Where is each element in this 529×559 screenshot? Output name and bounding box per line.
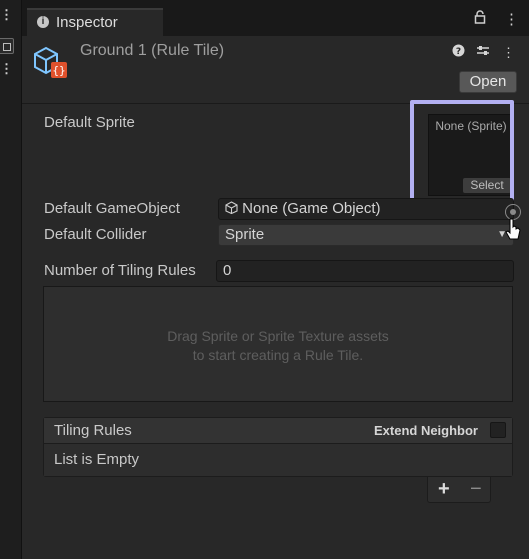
kebab-menu-icon[interactable]: ⋮ <box>504 11 519 28</box>
tab-inspector[interactable]: i Inspector <box>27 8 163 36</box>
default-sprite-label: Default Sprite <box>44 114 135 131</box>
tiling-rules-count-label: Number of Tiling Rules <box>44 262 196 279</box>
highlight-box <box>410 100 514 204</box>
inspector-panel: {} Ground 1 (Rule Tile) ? ⋮ Open Default… <box>22 36 529 559</box>
list-footer-buttons: + − <box>427 477 491 503</box>
window-tab-bar: i Inspector ⋮ <box>22 0 529 36</box>
tiling-rules-title: Tiling Rules <box>54 422 132 439</box>
tab-label: Inspector <box>56 14 118 31</box>
left-dock-strip: ⋮ ⋮ <box>0 0 22 559</box>
asset-header: {} Ground 1 (Rule Tile) ? ⋮ Open <box>22 36 529 104</box>
drop-zone-line-2: to start creating a Rule Tile. <box>192 347 364 363</box>
cube-icon <box>225 200 242 217</box>
default-collider-label: Default Collider <box>44 226 147 243</box>
info-icon: i <box>37 16 49 28</box>
default-gameobject-label: Default GameObject <box>44 200 180 217</box>
header-icons: ? ⋮ <box>444 44 515 61</box>
svg-text:?: ? <box>456 47 461 57</box>
extend-neighbor-checkbox[interactable] <box>490 422 506 438</box>
help-icon[interactable]: ? <box>452 44 469 60</box>
pane-toggle-icon[interactable] <box>0 38 14 54</box>
svg-text:{}: {} <box>52 64 65 77</box>
rule-tile-icon: {} <box>32 44 70 82</box>
kebab-menu-icon[interactable]: ⋮ <box>0 62 13 75</box>
open-button[interactable]: Open <box>459 71 517 93</box>
kebab-menu-icon[interactable]: ⋮ <box>0 8 13 21</box>
drop-zone-line-1: Drag Sprite or Sprite Texture assets <box>167 328 389 344</box>
tiling-rules-list: Tiling Rules Extend Neighbor List is Emp… <box>43 417 513 477</box>
mouse-cursor-icon <box>505 218 523 242</box>
tiling-rules-header: Tiling Rules Extend Neighbor <box>44 418 512 444</box>
add-rule-button[interactable]: + <box>438 478 450 501</box>
default-collider-value: Sprite <box>225 226 265 243</box>
list-empty-text: List is Empty <box>54 451 140 468</box>
sprite-drop-zone[interactable]: Drag Sprite or Sprite Texture assets to … <box>43 286 513 402</box>
kebab-menu-icon[interactable]: ⋮ <box>502 45 515 60</box>
asset-title: Ground 1 (Rule Tile) <box>80 42 225 59</box>
preset-icon[interactable] <box>476 45 494 60</box>
window-controls: ⋮ <box>460 10 519 28</box>
default-gameobject-field[interactable]: None (Game Object) <box>218 198 514 220</box>
drop-zone-message: Drag Sprite or Sprite Texture assets to … <box>44 327 512 365</box>
tiling-rules-count-input[interactable]: 0 <box>216 260 514 282</box>
default-collider-dropdown[interactable]: Sprite ▼ <box>218 224 514 246</box>
lock-icon[interactable] <box>474 10 490 28</box>
remove-rule-button[interactable]: − <box>470 478 482 501</box>
default-gameobject-value: None (Game Object) <box>242 200 381 217</box>
tiling-rules-body: List is Empty <box>44 444 512 476</box>
extend-neighbor-label: Extend Neighbor <box>373 423 478 438</box>
